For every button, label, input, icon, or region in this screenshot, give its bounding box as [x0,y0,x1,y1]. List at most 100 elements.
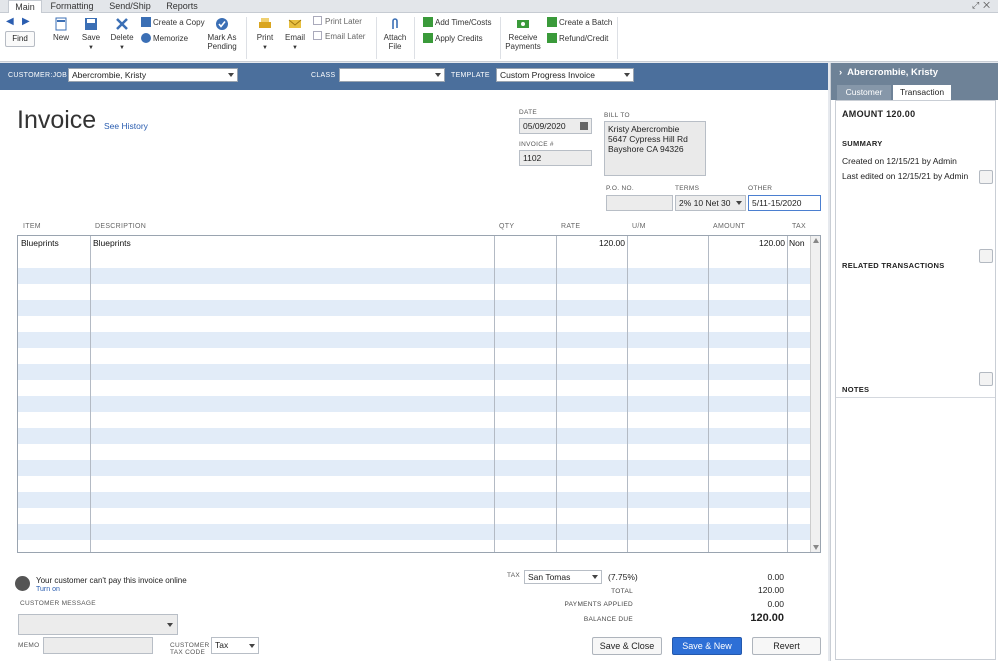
table-row[interactable] [18,332,812,348]
template-label: TEMPLATE [451,72,490,79]
add-time-costs-button[interactable]: Add Time/Costs [423,16,491,30]
table-row[interactable] [18,316,812,332]
print-button[interactable]: Print ▼ [254,17,276,53]
close-icon[interactable]: ✕ [983,0,994,10]
floppy-disk-icon [85,18,97,30]
tax-label: TAX [507,572,521,579]
amount-cell[interactable]: 120.00 [710,238,785,248]
customer-job-select[interactable]: Abercrombie, Kristy [68,68,238,82]
mark-pending-button[interactable]: Mark As Pending [206,17,238,51]
expand-icon[interactable]: ⤢ [972,0,983,10]
rate-cell[interactable]: 120.00 [558,238,625,248]
other-field[interactable]: 5/11-15/2020 [748,195,821,211]
chevron-down-icon [249,644,255,648]
save-button[interactable]: Save ▼ [80,17,102,53]
date-field[interactable]: 05/09/2020 [519,118,592,134]
email-button[interactable]: Email ▼ [284,17,306,53]
column-divider [787,236,788,552]
line-items-table: Blueprints Blueprints 120.00 120.00 Non [17,235,821,553]
tax-cell[interactable]: Non [789,238,805,248]
tab-reports[interactable]: Reports [162,0,202,13]
delete-button[interactable]: Delete ▼ [110,17,134,53]
tab-send-ship[interactable]: Send/Ship [104,0,156,13]
table-row[interactable] [18,428,812,444]
tab-main[interactable]: Main [8,0,42,14]
po-field[interactable] [606,195,673,211]
invoice-number-field[interactable]: 1102 [519,150,592,166]
memorize-button[interactable]: Memorize [141,32,188,46]
refund-credit-button[interactable]: Refund/Credit [547,32,608,46]
column-header-description: DESCRIPTION [95,223,147,230]
table-row[interactable] [18,460,812,476]
history-side-panel: › Abercrombie, Kristy Customer Transactio… [830,63,998,661]
customer-message-select[interactable] [18,614,178,635]
terms-select[interactable]: 2% 10 Net 30 [675,195,746,211]
tab-transaction[interactable]: Transaction [893,85,951,100]
apply-credits-button[interactable]: Apply Credits [423,32,483,46]
back-arrow-icon[interactable]: ◀ [6,16,14,27]
calendar-icon[interactable] [580,122,588,130]
scroll-down-icon[interactable] [813,545,819,550]
chevron-right-icon[interactable]: › [839,67,842,78]
table-scrollbar[interactable] [810,236,820,552]
bill-to-field[interactable]: Kristy Abercrombie 5647 Cypress Hill Rd … [604,121,706,176]
tax-code-select[interactable]: Tax [211,637,259,654]
save-new-button[interactable]: Save & New [672,637,742,655]
table-row[interactable] [18,508,812,524]
new-button[interactable]: New [50,17,72,42]
table-row[interactable] [18,524,812,540]
memo-field[interactable] [43,637,153,654]
table-row[interactable] [18,412,812,428]
receive-payments-button[interactable]: Receive Payments [505,17,541,51]
edit-notes-icon[interactable] [979,372,993,386]
tab-formatting[interactable]: Formatting [48,0,96,13]
template-select[interactable]: Custom Progress Invoice [496,68,634,82]
table-row[interactable] [18,348,812,364]
tab-customer[interactable]: Customer [837,85,891,100]
class-select[interactable] [339,68,445,82]
table-row[interactable]: Blueprints Blueprints 120.00 120.00 Non [18,236,812,252]
view-history-icon[interactable] [979,170,993,184]
print-later-check[interactable] [313,16,322,25]
create-copy-button[interactable]: Create a Copy [141,16,205,30]
email-later-check[interactable] [313,31,322,40]
table-row[interactable] [18,268,812,284]
turn-on-link[interactable]: Turn on [36,586,60,593]
table-row[interactable] [18,396,812,412]
table-row[interactable] [18,444,812,460]
table-row[interactable] [18,476,812,492]
copy-transactions-icon[interactable] [979,249,993,263]
attach-file-button[interactable]: Attach File [382,17,408,51]
po-label: P.O. NO. [606,185,634,192]
printer-icon [259,18,271,28]
revert-button[interactable]: Revert [752,637,821,655]
create-batch-button[interactable]: Create a Batch [547,16,612,30]
item-cell[interactable]: Blueprints [21,238,59,248]
forward-arrow-icon[interactable]: ▶ [22,16,30,27]
table-row[interactable] [18,300,812,316]
table-row[interactable] [18,492,812,508]
table-row[interactable] [18,540,812,552]
print-later-checkbox[interactable]: Print Later [313,15,362,29]
scroll-up-icon[interactable] [813,238,819,243]
description-cell[interactable]: Blueprints [93,238,131,248]
delete-x-icon [116,18,128,30]
table-row[interactable] [18,284,812,300]
copy-icon [141,17,151,27]
menu-tabs: Main Formatting Send/Ship Reports ⤢✕ [0,0,998,14]
apply-credits-icon [423,33,433,43]
customer-job-label: CUSTOMER:JOB [8,72,68,79]
tax-item-select[interactable]: San Tomas [524,570,602,584]
window-controls[interactable]: ⤢✕ [972,0,994,11]
see-history-link[interactable]: See History [104,121,148,131]
save-close-button[interactable]: Save & Close [592,637,662,655]
column-divider [556,236,557,552]
table-row[interactable] [18,252,812,268]
table-row[interactable] [18,380,812,396]
table-row[interactable] [18,364,812,380]
column-divider [708,236,709,552]
find-button[interactable]: Find [5,31,35,47]
date-label: DATE [519,109,538,116]
column-header-rate: RATE [561,223,581,230]
email-later-checkbox[interactable]: Email Later [313,30,365,44]
